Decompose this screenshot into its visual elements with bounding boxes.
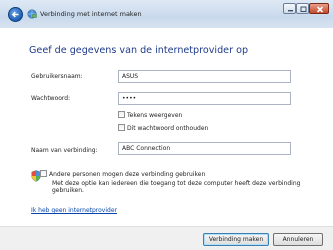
page-title: Geef de gegevens van de internetprovider… xyxy=(29,45,249,56)
dialog-footer: Verbinding maken Annuleren xyxy=(0,226,333,250)
cancel-button[interactable]: Annuleren xyxy=(273,233,323,246)
title-bar: Verbinding met internet maken xyxy=(0,0,333,28)
no-provider-link[interactable]: Ik heb geen internetprovider xyxy=(31,207,117,214)
password-label: Wachtwoord: xyxy=(31,95,71,102)
connection-name-field[interactable] xyxy=(118,142,291,155)
window-title: Verbinding met internet maken xyxy=(40,10,142,18)
dialog-content: Geef de gegevens van de internetprovider… xyxy=(0,28,333,226)
remember-password-checkbox[interactable]: Dit wachtwoord onthouden xyxy=(118,124,208,132)
close-icon xyxy=(316,6,324,13)
remember-password-label: Dit wachtwoord onthouden xyxy=(127,125,209,132)
maximize-button[interactable] xyxy=(296,3,309,14)
username-field[interactable] xyxy=(118,70,291,83)
allow-others-label: Andere personen mogen deze verbinding ge… xyxy=(49,171,206,178)
allow-others-description: Met deze optie kan iedereen die toegang … xyxy=(52,180,301,194)
connect-button[interactable]: Verbinding maken xyxy=(203,233,269,246)
back-button[interactable] xyxy=(8,7,23,22)
show-characters-label: Tekens weergeven xyxy=(127,112,183,119)
minimize-button[interactable] xyxy=(283,3,296,14)
connection-name-label: Naam van verbinding: xyxy=(31,147,98,154)
close-button[interactable] xyxy=(309,3,329,14)
show-characters-checkbox[interactable]: Tekens weergeven xyxy=(118,111,182,119)
checkbox-box[interactable] xyxy=(118,124,125,131)
back-arrow-icon xyxy=(11,11,19,18)
allow-others-checkbox[interactable]: Andere personen mogen deze verbinding ge… xyxy=(40,170,205,178)
network-icon xyxy=(27,9,37,19)
checkbox-box[interactable] xyxy=(40,170,47,177)
checkbox-box[interactable] xyxy=(118,111,125,118)
username-label: Gebruikersnaam: xyxy=(31,73,83,80)
password-field[interactable]: •••• xyxy=(118,92,291,105)
